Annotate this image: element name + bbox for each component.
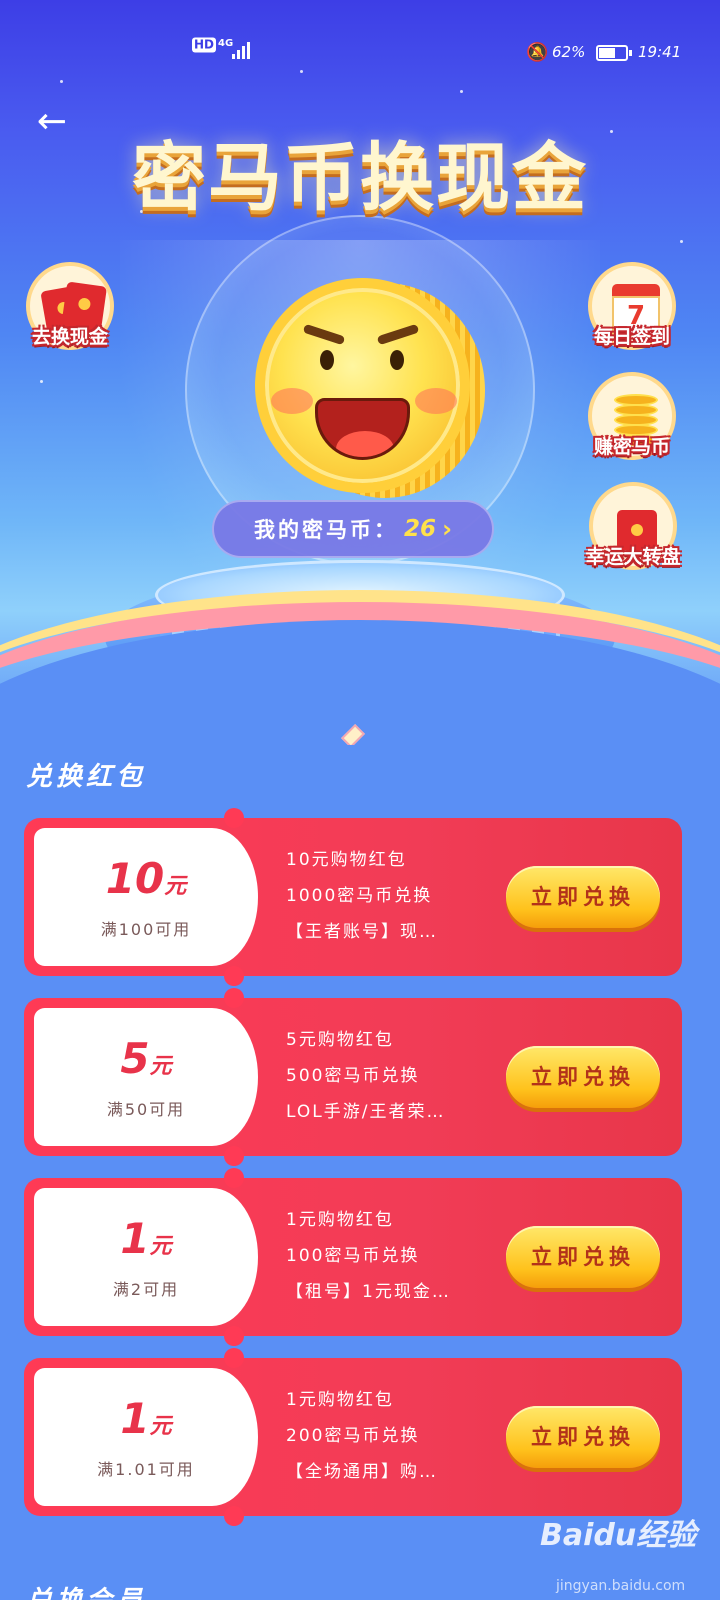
voucher-card[interactable]: 1元 满1.01可用 1元购物红包 200密马币兑换 【全场通用】购… 立即兑换: [24, 1348, 682, 1526]
coin-balance-label: 我的密马币：: [254, 518, 399, 542]
section-title-red-packets: 兑换红包: [26, 762, 147, 792]
voucher-condition: 满100可用: [100, 920, 192, 939]
network-type: 4G: [218, 38, 234, 49]
voucher-amount: 1元: [120, 1394, 172, 1443]
daily-signin-entry[interactable]: 7 每日签到: [574, 262, 690, 350]
voucher-amount: 1元: [120, 1214, 172, 1263]
exchange-cash-entry[interactable]: 去换现金: [12, 262, 128, 350]
voucher-condition: 满50可用: [106, 1100, 186, 1119]
voucher-card[interactable]: 5元 满50可用 5元购物红包 500密马币兑换 LOL手游/王者荣… 立即兑换: [24, 988, 682, 1166]
voucher-condition: 满1.01可用: [97, 1460, 195, 1479]
voucher-details: 10元购物红包 1000密马币兑换 【王者账号】现…: [286, 842, 516, 950]
voucher-title: 1元购物红包: [286, 1390, 394, 1410]
redeem-button[interactable]: 立即兑换: [506, 866, 660, 928]
redeem-button[interactable]: 立即兑换: [506, 1046, 660, 1108]
voucher-details: 1元购物红包 200密马币兑换 【全场通用】购…: [286, 1382, 516, 1490]
signal-icon: [232, 41, 250, 59]
status-bar: HD 4G 🔕 62% 19:41: [0, 0, 720, 63]
daily-signin-label: 每日签到: [593, 326, 670, 348]
watermark-brand: Baidu经验: [540, 1518, 697, 1553]
voucher-card[interactable]: 1元 满2可用 1元购物红包 100密马币兑换 【租号】1元现金… 立即兑换: [24, 1168, 682, 1346]
voucher-title: 1元购物红包: [286, 1210, 394, 1230]
voucher-amount: 5元: [120, 1034, 172, 1083]
coin-balance-pill[interactable]: 我的密马币： 26 ›: [212, 500, 494, 558]
voucher-condition: 满2可用: [112, 1280, 180, 1299]
voucher-cost: 100密马币兑换: [286, 1246, 420, 1266]
exchange-cash-label: 去换现金: [31, 326, 108, 348]
voucher-amount: 10元: [105, 854, 187, 903]
voucher-card[interactable]: 10元 满100可用 10元购物红包 1000密马币兑换 【王者账号】现… 立即…: [24, 808, 682, 986]
lucky-wheel-entry[interactable]: 幸运大转盘: [572, 482, 694, 570]
watermark-url: jingyan.baidu.com: [556, 1578, 686, 1594]
voucher-scope: 【全场通用】购…: [286, 1462, 438, 1482]
voucher-title: 10元购物红包: [286, 850, 407, 870]
lucky-wheel-label: 幸运大转盘: [585, 546, 681, 568]
section-title-memberships: 兑换会员: [26, 1580, 146, 1600]
hd-indicator: HD: [192, 37, 217, 53]
voucher-details: 1元购物红包 100密马币兑换 【租号】1元现金…: [286, 1202, 516, 1310]
battery-percent: 62%: [552, 43, 586, 61]
voucher-title: 5元购物红包: [286, 1030, 394, 1050]
voucher-scope: 【王者账号】现…: [286, 922, 438, 942]
earn-coins-entry[interactable]: 赚密马币: [574, 372, 690, 460]
voucher-scope: LOL手游/王者荣…: [286, 1102, 446, 1122]
clock: 19:41: [638, 43, 682, 61]
coin-mascot-icon: [255, 278, 485, 508]
voucher-details: 5元购物红包 500密马币兑换 LOL手游/王者荣…: [286, 1022, 516, 1130]
earn-coins-label: 赚密马币: [593, 436, 670, 458]
voucher-cost: 1000密马币兑换: [286, 886, 433, 906]
battery-level-fill: [599, 48, 615, 58]
voucher-cost: 200密马币兑换: [286, 1426, 420, 1446]
battery-icon: [596, 45, 628, 61]
voucher-cost: 500密马币兑换: [286, 1066, 420, 1086]
coin-balance-value: 26: [404, 516, 437, 542]
redeem-button[interactable]: 立即兑换: [506, 1226, 660, 1288]
chevron-right-icon: ›: [442, 515, 452, 543]
voucher-scope: 【租号】1元现金…: [286, 1282, 451, 1302]
page-title: 密马币换现金: [132, 135, 588, 221]
mute-bell-icon: 🔕: [526, 42, 549, 63]
redeem-button[interactable]: 立即兑换: [506, 1406, 660, 1468]
